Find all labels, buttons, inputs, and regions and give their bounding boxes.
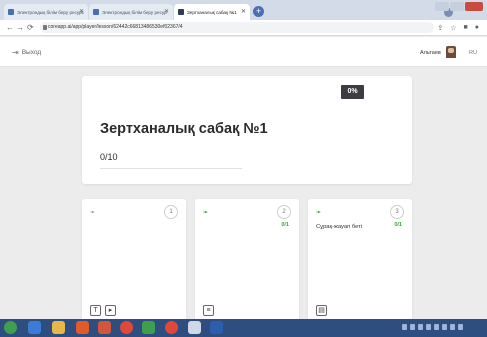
task-card-3[interactable]: ❧ 3 0/1 Сұрақ-жауап беті ▤ <box>308 199 412 324</box>
tab-label: Электрондық білім беру ресурс <box>17 9 84 15</box>
logout-button[interactable]: ⇥ Выход <box>12 48 41 57</box>
tray-icon[interactable] <box>442 324 447 330</box>
tray-icon[interactable] <box>426 324 431 330</box>
task-name: Сұрақ-жауап беті <box>316 224 363 230</box>
site-favicon-icon <box>93 9 99 15</box>
url-text: coreapp.ai/app/player/lesson/62442c66813… <box>48 24 183 30</box>
back-icon[interactable]: ← <box>6 23 14 32</box>
avatar[interactable] <box>446 46 456 58</box>
text-icon: T <box>90 305 101 316</box>
tray-icon[interactable] <box>410 324 415 330</box>
task-status: ❧ <box>90 209 98 216</box>
chrome-icon[interactable] <box>120 321 133 334</box>
close-icon[interactable]: ✕ <box>241 8 246 15</box>
tray-icon[interactable] <box>450 324 455 330</box>
tab-label: Электрондық білім беру ресур <box>102 9 167 15</box>
progress-divider <box>100 168 242 169</box>
chrome-alt-icon[interactable] <box>165 321 178 334</box>
task-number: 1 <box>164 205 178 219</box>
browser-tab-1[interactable]: Электрондық білім беру ресурс ✕ <box>4 4 88 20</box>
system-tray <box>402 324 463 330</box>
minimize-icon[interactable] <box>435 2 449 11</box>
browser-address-bar: ← → ⟳ coreapp.ai/app/player/lesson/62442… <box>0 20 487 36</box>
language-switch[interactable]: RU <box>469 50 477 56</box>
browser-tab-3[interactable]: Зертханалық сабақ №1 ✕ <box>174 4 250 20</box>
browser-tab-strip: Электрондық білім беру ресурс ✕ Электрон… <box>0 0 487 20</box>
paint-icon[interactable] <box>188 321 201 334</box>
url-field[interactable]: coreapp.ai/app/player/lesson/62442c66813… <box>40 22 434 33</box>
lesson-title: Зертханалық сабақ №1 <box>100 121 268 137</box>
window-close-icon[interactable] <box>465 2 483 11</box>
video-icon: ▸ <box>105 305 116 316</box>
torrent-icon[interactable] <box>142 321 155 334</box>
close-icon[interactable]: ✕ <box>79 8 84 15</box>
account-icon[interactable]: ● <box>475 24 479 32</box>
star-icon[interactable]: ☆ <box>450 24 456 32</box>
forward-icon[interactable]: → <box>16 23 24 32</box>
logout-icon: ⇥ <box>12 48 19 57</box>
extensions-icon[interactable]: ■ <box>464 24 468 32</box>
media-player-icon[interactable] <box>76 321 89 334</box>
task-score: 0/1 <box>394 222 402 228</box>
os-taskbar <box>0 319 487 337</box>
app-header: ⇥ Выход Альтаев RU <box>0 37 487 67</box>
tray-icon[interactable] <box>458 324 463 330</box>
progress-percent-badge: 0% <box>341 85 364 99</box>
tray-icon[interactable] <box>434 324 439 330</box>
word-icon[interactable] <box>210 321 223 334</box>
tasks-completed-count: 0/10 <box>100 152 118 162</box>
browser-tab-2[interactable]: Электрондық білім беру ресур ✕ <box>89 4 173 20</box>
browser-taskbar-icon[interactable] <box>28 321 41 334</box>
task-number: 3 <box>390 205 404 219</box>
quiz-icon: ≡ <box>203 305 214 316</box>
page-icon: ▤ <box>316 305 327 316</box>
viewed-icon: ❧ <box>203 210 209 216</box>
task-score: 0/1 <box>281 222 289 228</box>
lesson-card: 0% Зертханалық сабақ №1 0/10 <box>82 76 412 184</box>
not-viewed-icon: ❧ <box>90 210 96 216</box>
site-favicon-icon <box>8 9 14 15</box>
start-icon[interactable] <box>4 321 17 334</box>
site-favicon-icon <box>178 9 184 15</box>
share-icon[interactable]: ⇪ <box>437 24 443 32</box>
tray-icon[interactable] <box>402 324 407 330</box>
lock-icon <box>43 25 47 30</box>
window-controls <box>435 2 483 11</box>
tray-icon[interactable] <box>418 324 423 330</box>
reload-icon[interactable]: ⟳ <box>27 23 34 32</box>
close-icon[interactable]: ✕ <box>164 8 169 15</box>
toolbar-icons: ⇪ ☆ ■ ● <box>437 24 479 32</box>
task-status: ❧ <box>316 209 324 216</box>
folder-icon[interactable] <box>52 321 65 334</box>
logout-label: Выход <box>21 49 42 56</box>
maximize-icon[interactable] <box>450 2 464 11</box>
task-number: 2 <box>277 205 291 219</box>
yandex-icon[interactable] <box>98 321 111 334</box>
task-status: ❧ <box>203 209 211 216</box>
viewed-icon: ❧ <box>316 210 322 216</box>
tab-label: Зертханалық сабақ №1 <box>187 9 237 15</box>
task-card-1[interactable]: ❧ 1 T ▸ <box>82 199 186 324</box>
user-name[interactable]: Альтаев <box>420 50 441 56</box>
task-card-2[interactable]: ❧ 2 0/1 ≡ <box>195 199 299 324</box>
new-tab-button[interactable]: + <box>253 6 264 17</box>
